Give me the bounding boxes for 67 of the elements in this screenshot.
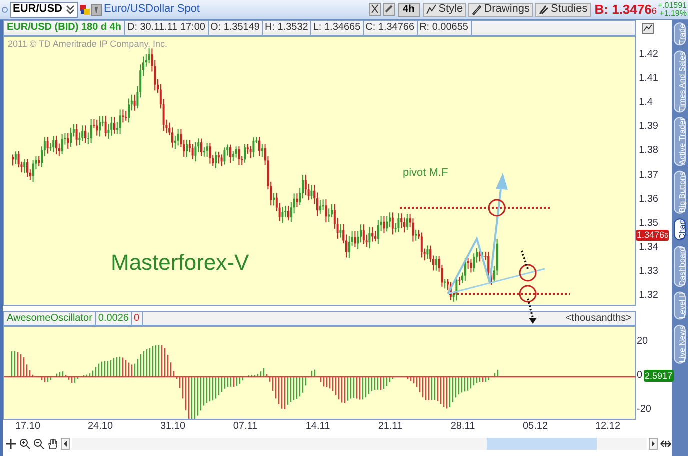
indicator-name: AwesomeOscillator	[4, 312, 96, 325]
price-axis-label: 1.39	[639, 121, 658, 134]
scroll-left-icon[interactable]	[60, 438, 70, 450]
info-cell: EUR/USD (BID) 180 d 4h	[4, 21, 126, 35]
crosshair-icon[interactable]	[5, 438, 17, 450]
price-axis-label: 1.41	[639, 73, 658, 86]
date-axis-label: 17.10	[15, 421, 41, 433]
price-axis-label: 1.36	[639, 194, 658, 206]
date-axis-label: 24.10	[88, 421, 114, 433]
info-cell: O: 1.35149	[208, 21, 263, 35]
price-axis-label: 1.38	[639, 145, 658, 158]
timeframe-button[interactable]: 4h	[398, 2, 420, 16]
copyright-text: 2011 © TD Ameritrade IP Company, Inc.	[8, 38, 168, 51]
oscillator-axis-label: 20	[637, 336, 648, 348]
price-axis-label: 1.42	[639, 49, 658, 61]
date-axis-label: 14.11	[306, 421, 330, 433]
price-axis-label: 1.4	[639, 97, 653, 110]
instrument-link[interactable]: Euro/USDollar Spot	[104, 1, 200, 18]
price-axis-label: 1.37	[639, 170, 658, 182]
toolbar-button[interactable]: Drawings	[468, 2, 534, 16]
price-axis-label: 1.32	[639, 290, 658, 302]
units-label: <thousandths>	[564, 312, 633, 325]
hand-icon[interactable]	[46, 438, 59, 450]
circle-marker	[488, 199, 506, 217]
oscillator-axis-label: 0	[637, 370, 643, 382]
pivot-label: pivot M.F	[403, 166, 448, 181]
dotted-arrow	[527, 298, 537, 324]
toolbar-button[interactable]: Studies	[535, 2, 591, 16]
symbol-dropdown[interactable]: EUR/USD	[10, 2, 78, 18]
double-caret-icon	[66, 4, 75, 14]
date-axis-label: 12.12	[595, 421, 621, 433]
info-cell: C: 1.34766	[364, 21, 418, 35]
oscillator-axis-label: -20	[637, 404, 652, 416]
info-cell: R: 0.00655	[418, 21, 472, 35]
zoom-in-icon[interactable]	[18, 438, 31, 450]
info-cell: L: 1.34665	[311, 21, 364, 35]
date-axis-label: 05.12	[522, 421, 548, 433]
indicator-value: 0.0026	[96, 312, 132, 325]
line-chart-icon	[426, 4, 437, 15]
zoom-out-icon[interactable]	[32, 438, 45, 450]
percent-change: +1.19%	[660, 10, 687, 18]
oscillator-badge: 2.5917	[644, 370, 674, 382]
color-squares-icon[interactable]	[80, 4, 90, 14]
side-tab[interactable]: Chart	[674, 219, 686, 241]
price-change: +.01591	[658, 2, 687, 10]
chart-title: Masterforex-V	[111, 249, 250, 277]
toolbar-button[interactable]: Style	[422, 2, 466, 16]
signal-value: 0	[132, 312, 143, 325]
price-axis-label: 1.35	[639, 218, 658, 230]
resize-icon[interactable]	[660, 438, 672, 450]
circle-marker	[519, 285, 537, 303]
dotted-line	[521, 250, 529, 270]
circle-marker	[519, 264, 537, 282]
brush-icon	[538, 4, 550, 15]
date-axis-label: 31.10	[160, 421, 186, 433]
bid-price: B: 1.34766	[594, 0, 657, 19]
scroll-right-icon[interactable]	[649, 438, 658, 450]
info-cell: H: 1.3532	[262, 21, 312, 35]
price-axis-label: 1.33	[639, 266, 658, 278]
date-axis-label: 21.11	[378, 421, 403, 433]
scrollbar-thumb[interactable]	[486, 438, 597, 450]
pencil-icon	[471, 4, 482, 15]
price-axis-label: 1.34	[639, 242, 658, 254]
date-axis-label: 07.11	[233, 421, 258, 433]
date-axis-label: 28.11	[450, 421, 476, 433]
info-cell: D: 30.11.11 17:00	[125, 21, 208, 35]
chart-icon[interactable]	[642, 22, 654, 34]
